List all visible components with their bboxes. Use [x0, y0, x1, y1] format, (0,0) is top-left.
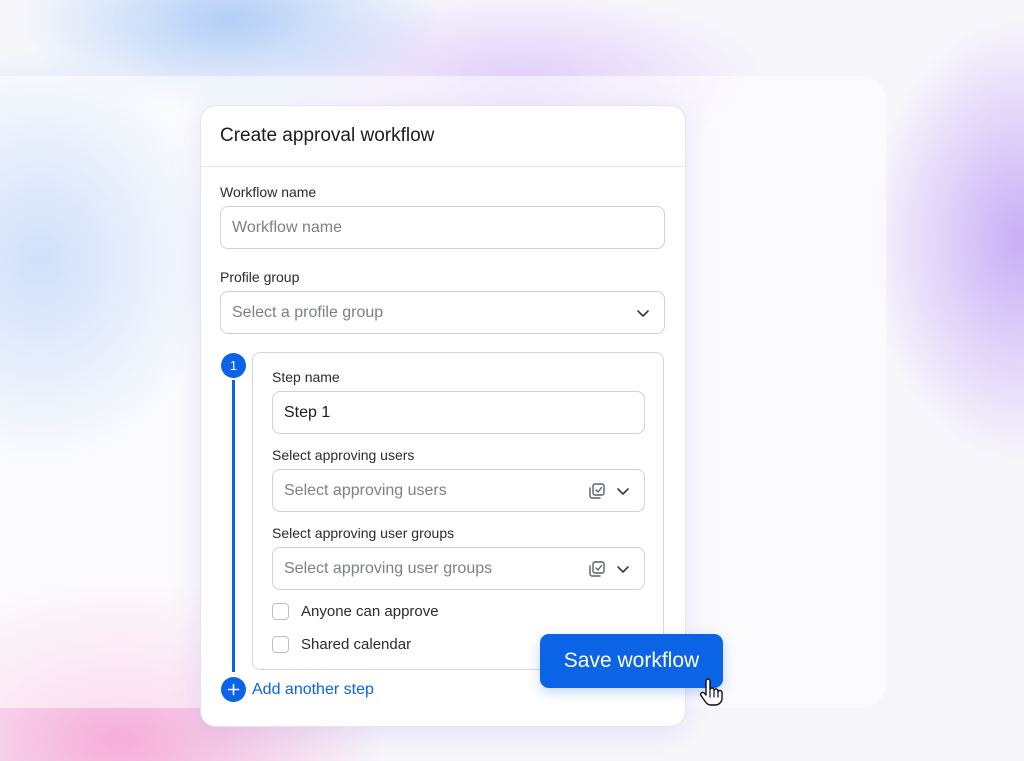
- profile-group-label: Profile group: [220, 269, 300, 285]
- approving-users-select[interactable]: Select approving users: [272, 469, 645, 512]
- profile-group-select[interactable]: Select a profile group: [220, 291, 665, 334]
- step-timeline-line: [232, 380, 235, 672]
- shared-calendar-checkbox[interactable]: [272, 636, 289, 653]
- save-workflow-button[interactable]: Save workflow: [540, 634, 723, 688]
- shared-calendar-label: Shared calendar: [301, 636, 412, 653]
- step-name-label: Step name: [272, 369, 340, 385]
- chevron-down-icon[interactable]: [616, 484, 630, 498]
- step-number-badge: 1: [221, 353, 246, 378]
- plus-icon: [221, 677, 246, 702]
- anyone-can-approve-label: Anyone can approve: [301, 603, 439, 620]
- approving-users-label: Select approving users: [272, 447, 415, 463]
- add-another-step-link[interactable]: Add another step: [221, 677, 374, 702]
- chevron-down-icon[interactable]: [636, 306, 650, 320]
- profile-group-placeholder: Select a profile group: [232, 303, 384, 321]
- workflow-name-label: Workflow name: [220, 184, 317, 200]
- step-name-value: Step 1: [284, 403, 331, 421]
- dialog-title: Create approval workflow: [220, 125, 435, 146]
- multi-select-icon[interactable]: [588, 482, 606, 500]
- workflow-name-placeholder: Workflow name: [232, 218, 342, 236]
- dialog-header: Create approval workflow: [201, 106, 685, 167]
- step-name-input[interactable]: Step 1: [272, 391, 645, 434]
- approving-groups-placeholder: Select approving user groups: [284, 559, 493, 577]
- anyone-can-approve-checkbox[interactable]: [272, 603, 289, 620]
- add-another-step-label: Add another step: [252, 680, 374, 698]
- anyone-can-approve-row[interactable]: Anyone can approve: [272, 603, 439, 620]
- chevron-down-icon[interactable]: [616, 562, 630, 576]
- multi-select-icon[interactable]: [588, 560, 606, 578]
- approving-groups-select[interactable]: Select approving user groups: [272, 547, 645, 590]
- workflow-name-input[interactable]: Workflow name: [220, 206, 665, 249]
- hand-pointer-icon: [699, 678, 723, 706]
- approving-users-placeholder: Select approving users: [284, 481, 447, 499]
- shared-calendar-row[interactable]: Shared calendar: [272, 636, 411, 653]
- approving-groups-label: Select approving user groups: [272, 525, 455, 541]
